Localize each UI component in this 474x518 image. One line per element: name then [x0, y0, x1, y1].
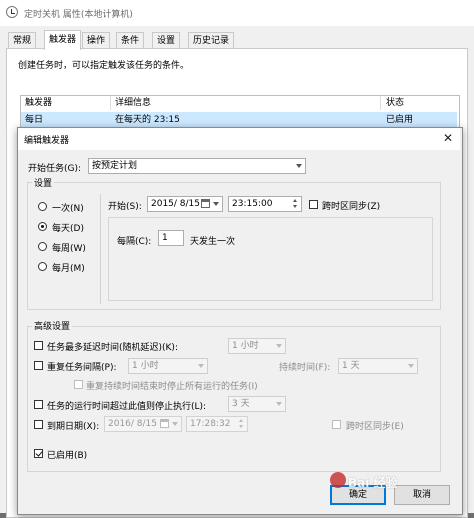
tab-conditions[interactable]: 条件: [116, 32, 145, 49]
recur-interval-input[interactable]: 1: [158, 230, 184, 246]
radio-once[interactable]: [38, 202, 47, 211]
close-icon[interactable]: ✕: [440, 130, 456, 146]
repeat-checkbox[interactable]: [34, 361, 43, 370]
dialog-title: 编辑触发器: [24, 136, 70, 146]
duration-value: 1 天: [342, 361, 360, 371]
repeat-label[interactable]: 重复任务间隔(P):: [47, 360, 116, 373]
chevron-down-icon: [276, 402, 282, 406]
watermark-logo-icon: [330, 472, 346, 488]
begin-task-label: 开始任务(G):: [28, 164, 82, 174]
chevron-down-icon: [296, 164, 302, 168]
delay-checkbox[interactable]: [34, 341, 43, 350]
settings-group-label: 设置: [32, 176, 55, 189]
recurrence-group: [108, 217, 433, 301]
recur-label: 每隔(C):: [117, 237, 152, 247]
row-detail-cell: 在每天的 23:15: [115, 115, 180, 125]
stop-if-longer-checkbox[interactable]: [34, 400, 43, 409]
clock-icon: [6, 6, 18, 18]
cancel-button[interactable]: 取消: [394, 485, 450, 505]
expire-date-value: 2016/ 8/15: [108, 419, 158, 429]
chevron-down-icon: [213, 202, 219, 206]
repeat-interval-value: 1 小时: [132, 361, 159, 371]
chevron-down-icon: [408, 364, 414, 368]
dialog-titlebar: [18, 128, 460, 150]
expire-checkbox[interactable]: [34, 420, 43, 429]
delay-select[interactable]: 1 小时: [228, 338, 286, 354]
tab-actions[interactable]: 操作: [82, 32, 111, 49]
group-divider: [100, 194, 101, 304]
window-title: 定时关机 属性(本地计算机): [24, 10, 133, 20]
stop-all-checkbox[interactable]: [74, 380, 83, 389]
radio-weekly[interactable]: [38, 242, 47, 251]
stop-if-longer-select[interactable]: 3 天: [228, 396, 286, 412]
enabled-label[interactable]: 已启用(B): [47, 448, 87, 461]
tab-settings[interactable]: 设置: [152, 32, 181, 49]
repeat-interval-select[interactable]: 1 小时: [128, 358, 208, 374]
recur-unit-label: 天发生一次: [190, 237, 236, 247]
start-date-value: 2015/ 8/15: [151, 199, 201, 209]
sync-timezone-label[interactable]: 跨时区同步(Z): [322, 199, 380, 212]
begin-task-select[interactable]: 按预定计划: [88, 158, 306, 174]
tab-general[interactable]: 常规: [8, 32, 37, 49]
tab-history[interactable]: 历史记录: [188, 32, 235, 49]
column-separator: [110, 96, 111, 110]
spinner-arrows-icon[interactable]: [291, 198, 300, 210]
duration-select[interactable]: 1 天: [338, 358, 418, 374]
advanced-settings-label: 高级设置: [32, 319, 73, 332]
column-separator: [380, 96, 381, 110]
delay-label[interactable]: 任务最多延迟时间(随机延迟)(K):: [47, 340, 178, 353]
start-date-picker[interactable]: 2015/ 8/15: [147, 196, 223, 212]
sync-timezone-checkbox[interactable]: [309, 200, 318, 209]
radio-once-label[interactable]: 一次(N): [52, 201, 84, 214]
chevron-down-icon: [172, 422, 178, 426]
stop-all-label: 重复持续时间结束时停止所有运行的任务(I): [86, 382, 258, 392]
begin-task-value: 按预定计划: [92, 161, 138, 171]
start-label: 开始(S):: [108, 202, 142, 212]
tab-triggers[interactable]: 触发器: [44, 30, 82, 50]
expire-date-picker[interactable]: 2016/ 8/15: [104, 416, 182, 432]
start-time-value: 23:15:00: [232, 199, 273, 209]
stop-if-longer-label[interactable]: 任务的运行时间超过此值则停止执行(L):: [47, 399, 206, 412]
enabled-checkbox[interactable]: [34, 449, 43, 458]
chevron-down-icon: [276, 344, 282, 348]
calendar-icon[interactable]: [160, 419, 169, 428]
stop-if-longer-value: 3 天: [232, 399, 250, 409]
spinner-arrows-icon[interactable]: [237, 418, 246, 430]
chevron-down-icon: [198, 364, 204, 368]
radio-monthly-label[interactable]: 每月(M): [52, 261, 85, 274]
column-header-status[interactable]: 状态: [386, 96, 404, 110]
delay-value: 1 小时: [232, 341, 259, 351]
radio-weekly-label[interactable]: 每周(W): [52, 241, 86, 254]
column-header-trigger[interactable]: 触发器: [25, 96, 52, 110]
radio-daily-label[interactable]: 每天(D): [52, 221, 84, 234]
expire-label[interactable]: 到期日期(X):: [47, 419, 99, 432]
triggers-description: 创建任务时，可以指定触发该任务的条件。: [18, 61, 190, 71]
radio-monthly[interactable]: [38, 262, 47, 271]
radio-daily[interactable]: [38, 222, 47, 231]
expire-sync-label: 跨时区同步(E): [346, 422, 404, 432]
watermark-text: Bai 经验: [348, 476, 398, 490]
expire-time-value: 17:28:32: [190, 419, 231, 429]
expire-sync-checkbox[interactable]: [332, 420, 341, 429]
duration-label: 持续时间(F):: [279, 363, 331, 373]
expire-time-input[interactable]: 17:28:32: [186, 416, 248, 432]
row-status-cell: 已启用: [386, 115, 414, 125]
calendar-icon[interactable]: [201, 199, 210, 208]
start-time-input[interactable]: 23:15:00: [228, 196, 302, 212]
column-header-details[interactable]: 详细信息: [115, 96, 151, 110]
row-trigger-cell: 每日: [25, 115, 44, 125]
